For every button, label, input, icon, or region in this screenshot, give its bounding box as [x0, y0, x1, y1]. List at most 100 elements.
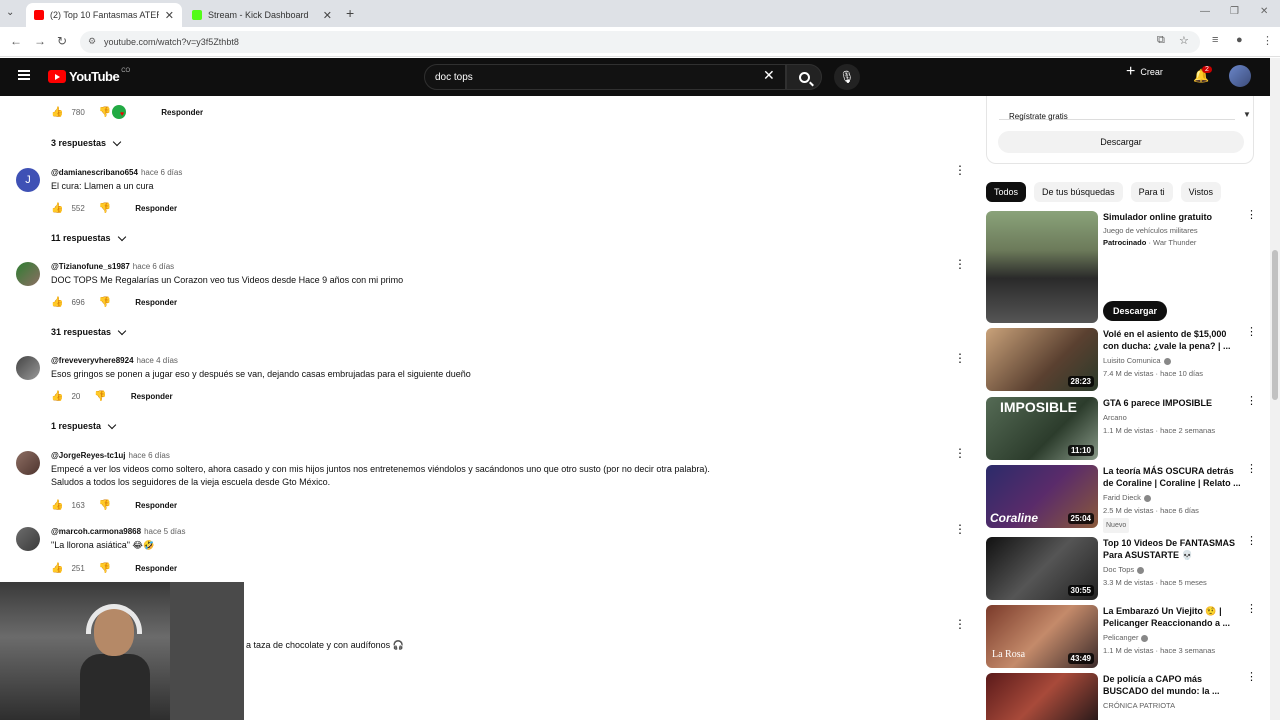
- view-replies-button[interactable]: 11 respuestas: [51, 232, 126, 243]
- comment-author[interactable]: @freveveryvhere8924: [51, 356, 134, 365]
- reply-button[interactable]: Responder: [135, 298, 177, 307]
- search-input[interactable]: doc tops: [424, 64, 786, 90]
- minimize-icon[interactable]: —: [1200, 6, 1210, 17]
- view-replies-button[interactable]: 1 respuesta: [51, 420, 117, 431]
- video-menu-icon[interactable]: ⋮: [1246, 210, 1257, 221]
- recommended-video[interactable]: Coraline 25:04 La teoría MÁS OSCURA detr…: [986, 464, 1257, 533]
- reply-button[interactable]: Responder: [161, 108, 203, 117]
- reply-button[interactable]: Responder: [135, 501, 177, 510]
- chip-all[interactable]: Todos: [986, 182, 1027, 202]
- comment-menu-icon[interactable]: ⋮: [954, 352, 966, 364]
- video-title[interactable]: La teoría MÁS OSCURA detrás de Coraline …: [1103, 465, 1243, 489]
- comment-menu-icon[interactable]: ⋮: [954, 164, 966, 176]
- channel-name[interactable]: Doc Tops: [1103, 565, 1134, 574]
- dislike-icon[interactable]: 👎: [99, 500, 111, 511]
- reply-button[interactable]: Responder: [135, 204, 177, 213]
- comment-author[interactable]: @Tizianofune_s1987: [51, 262, 130, 271]
- recommended-video[interactable]: La Rosa 43:49 La Embarazó Un Viejito 🤨 |…: [986, 604, 1257, 668]
- comment-time[interactable]: hace 4 días: [137, 356, 178, 365]
- tab-search-chevron-icon[interactable]: ⌄: [6, 7, 14, 18]
- like-icon[interactable]: 👍: [51, 107, 63, 118]
- create-button[interactable]: + Crear: [1126, 64, 1163, 80]
- account-avatar[interactable]: [1229, 65, 1251, 87]
- clear-search-icon[interactable]: ✕: [763, 67, 775, 84]
- close-tab-icon[interactable]: ✕: [165, 9, 174, 22]
- channel-name[interactable]: CRÓNICA PATRIOTA: [1103, 699, 1175, 712]
- video-thumbnail[interactable]: IMPOSIBLE 11:10: [986, 397, 1098, 460]
- channel-name[interactable]: Farid Dieck: [1103, 493, 1141, 502]
- like-icon[interactable]: 👍: [51, 203, 63, 214]
- page-scrollbar[interactable]: [1270, 58, 1280, 720]
- forward-icon[interactable]: →: [34, 34, 46, 48]
- video-title[interactable]: La Embarazó Un Viejito 🤨 | Pelicanger Re…: [1103, 605, 1243, 629]
- video-title[interactable]: Volé en el asiento de $15,000 con ducha:…: [1103, 328, 1243, 352]
- search-button[interactable]: [786, 64, 822, 90]
- sponsored-ad[interactable]: Simulador online gratuito Juego de vehíc…: [986, 210, 1257, 323]
- site-info-icon[interactable]: ⚙: [88, 36, 96, 47]
- chip-watched[interactable]: Vistos: [1180, 182, 1221, 202]
- like-icon[interactable]: 👍: [51, 563, 63, 574]
- dislike-icon[interactable]: 👎: [99, 297, 111, 308]
- profile-icon[interactable]: ●: [1236, 34, 1243, 46]
- video-thumbnail[interactable]: Coraline 25:04: [986, 465, 1098, 528]
- recommended-video[interactable]: IMPOSIBLE 11:10 GTA 6 parece IMPOSIBLE A…: [986, 396, 1257, 460]
- comment-time[interactable]: hace 6 días: [133, 262, 174, 271]
- dislike-icon[interactable]: 👎: [99, 563, 111, 574]
- comment-menu-icon[interactable]: ⋮: [954, 618, 966, 630]
- avatar[interactable]: [16, 356, 40, 380]
- like-icon[interactable]: 👍: [51, 500, 63, 511]
- comment-menu-icon[interactable]: ⋮: [954, 523, 966, 535]
- comment-menu-icon[interactable]: ⋮: [954, 258, 966, 270]
- back-icon[interactable]: ←: [10, 34, 22, 48]
- comment-author[interactable]: @JorgeReyes-tc1uj: [51, 451, 126, 460]
- ad-thumbnail[interactable]: [986, 211, 1098, 323]
- comment-time[interactable]: hace 6 días: [129, 451, 170, 460]
- channel-name[interactable]: Arcano: [1103, 411, 1127, 424]
- dislike-icon[interactable]: 👎: [94, 391, 106, 402]
- video-title[interactable]: GTA 6 parece IMPOSIBLE: [1103, 397, 1243, 409]
- channel-name[interactable]: Pelicanger: [1103, 633, 1138, 642]
- video-menu-icon[interactable]: ⋮: [1246, 672, 1257, 683]
- video-menu-icon[interactable]: ⋮: [1246, 327, 1257, 338]
- recommended-video[interactable]: De policía a CAPO más BUSCADO del mundo:…: [986, 672, 1257, 720]
- comment-time[interactable]: hace 5 días: [144, 527, 185, 536]
- scrollbar-thumb[interactable]: [1272, 250, 1278, 400]
- reply-button[interactable]: Responder: [135, 564, 177, 573]
- address-bar[interactable]: ⚙ youtube.com/watch?v=y3f5Zthbt8: [80, 31, 1200, 53]
- browser-tab-kick[interactable]: Stream - Kick Dashboard ✕: [184, 3, 340, 27]
- video-thumbnail[interactable]: La Rosa 43:49: [986, 605, 1098, 668]
- video-menu-icon[interactable]: ⋮: [1246, 604, 1257, 615]
- view-replies-button[interactable]: 31 respuestas: [51, 326, 127, 337]
- recommended-video[interactable]: 28:23 Volé en el asiento de $15,000 con …: [986, 327, 1257, 391]
- avatar[interactable]: [16, 451, 40, 475]
- video-thumbnail[interactable]: [986, 673, 1098, 720]
- channel-name[interactable]: Luisito Comunica: [1103, 356, 1161, 365]
- dropdown-caret-icon[interactable]: ▼: [1243, 110, 1251, 119]
- bookmark-star-icon[interactable]: ☆: [1179, 34, 1189, 47]
- reading-list-icon[interactable]: ≡: [1212, 34, 1218, 46]
- video-menu-icon[interactable]: ⋮: [1246, 396, 1257, 407]
- video-menu-icon[interactable]: ⋮: [1246, 464, 1257, 475]
- avatar[interactable]: [16, 262, 40, 286]
- video-title[interactable]: Top 10 Videos De FANTASMAS Para ASUSTART…: [1103, 537, 1243, 561]
- reload-icon[interactable]: ↻: [57, 34, 67, 48]
- comment-time[interactable]: hace 6 días: [141, 168, 182, 177]
- recommended-video[interactable]: 30:55 Top 10 Videos De FANTASMAS Para AS…: [986, 536, 1257, 600]
- avatar[interactable]: [16, 527, 40, 551]
- maximize-icon[interactable]: ❐: [1230, 6, 1239, 17]
- dislike-icon[interactable]: 👎: [99, 107, 111, 118]
- close-window-icon[interactable]: ✕: [1260, 6, 1268, 17]
- reply-button[interactable]: Responder: [131, 392, 173, 401]
- video-title[interactable]: De policía a CAPO más BUSCADO del mundo:…: [1103, 673, 1243, 697]
- comment-author[interactable]: @marcoh.carmona9868: [51, 527, 141, 536]
- like-icon[interactable]: 👍: [51, 297, 63, 308]
- video-thumbnail[interactable]: 28:23: [986, 328, 1098, 391]
- voice-search-button[interactable]: 🎙: [834, 64, 860, 90]
- ad-register-field[interactable]: Regístrate gratis: [999, 100, 1235, 121]
- install-app-icon[interactable]: ⧉: [1157, 34, 1165, 47]
- browser-menu-icon[interactable]: ⋮: [1262, 34, 1273, 47]
- view-replies-button[interactable]: 3 respuestas: [51, 137, 122, 148]
- ad-title[interactable]: Simulador online gratuito: [1103, 211, 1243, 223]
- menu-icon[interactable]: [18, 70, 30, 80]
- dislike-icon[interactable]: 👎: [99, 203, 111, 214]
